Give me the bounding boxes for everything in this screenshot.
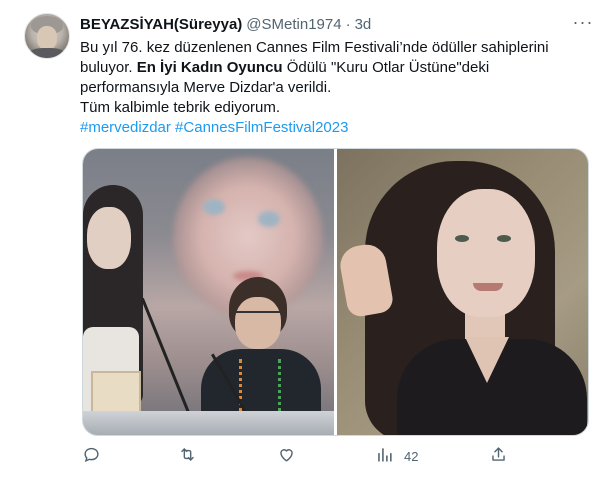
analytics-icon <box>375 445 394 467</box>
hashtag-line: #mervedizdar #CannesFilmFestival2023 <box>80 118 580 138</box>
author-name[interactable]: BEYAZSİYAH(Süreyya) <box>80 16 242 33</box>
actress-face <box>87 207 131 269</box>
reply-icon <box>82 445 101 467</box>
tweet-actions: 42 <box>80 444 510 468</box>
portrait-smile <box>473 283 503 291</box>
avatar-face <box>37 26 57 50</box>
screen-eye-left <box>203 199 225 215</box>
podium <box>83 411 334 435</box>
views-button[interactable]: 42 <box>375 445 418 467</box>
photo-portrait[interactable] <box>337 149 588 435</box>
portrait-eye-right <box>497 235 511 242</box>
timestamp[interactable]: 3d <box>355 16 372 33</box>
author-handle[interactable]: @SMetin1974 <box>246 16 341 33</box>
microphone-stand <box>141 297 193 420</box>
retweet-icon <box>178 445 197 467</box>
portrait-neckline <box>465 337 509 383</box>
tweet-header: BEYAZSİYAH(Süreyya) @SMetin1974 · 3d ··· <box>80 13 595 34</box>
presenter-glasses <box>233 311 283 325</box>
tweet-text: Bu yıl 76. kez düzenlenen Cannes Film Fe… <box>80 38 580 138</box>
hashtag-mervedizdar[interactable]: #mervedizdar <box>80 119 171 136</box>
views-count: 42 <box>404 448 419 464</box>
separator-dot: · <box>345 15 351 33</box>
more-options-icon[interactable]: ··· <box>571 13 595 34</box>
tweet-paragraph: Bu yıl 76. kez düzenlenen Cannes Film Fe… <box>80 38 580 98</box>
share-icon <box>489 445 508 467</box>
tweet-text-line2: Tüm kalbimle tebrik ediyorum. <box>80 99 281 116</box>
portrait-eye-left <box>455 235 469 242</box>
heart-icon <box>277 445 296 467</box>
tweet-text-bold: En İyi Kadın Oyuncu <box>136 59 283 76</box>
reply-button[interactable] <box>82 445 101 467</box>
photo-award-ceremony[interactable] <box>83 149 334 435</box>
tweet: BEYAZSİYAH(Süreyya) @SMetin1974 · 3d ···… <box>0 0 615 477</box>
portrait-face <box>437 189 535 317</box>
avatar-shirt <box>29 48 65 58</box>
hashtag-cannes[interactable]: #CannesFilmFestival2023 <box>175 119 348 136</box>
avatar[interactable] <box>24 13 70 59</box>
media-grid <box>82 148 589 436</box>
screen-eye-right <box>258 211 280 227</box>
share-button[interactable] <box>489 445 508 467</box>
like-button[interactable] <box>277 445 296 467</box>
retweet-button[interactable] <box>178 445 197 467</box>
